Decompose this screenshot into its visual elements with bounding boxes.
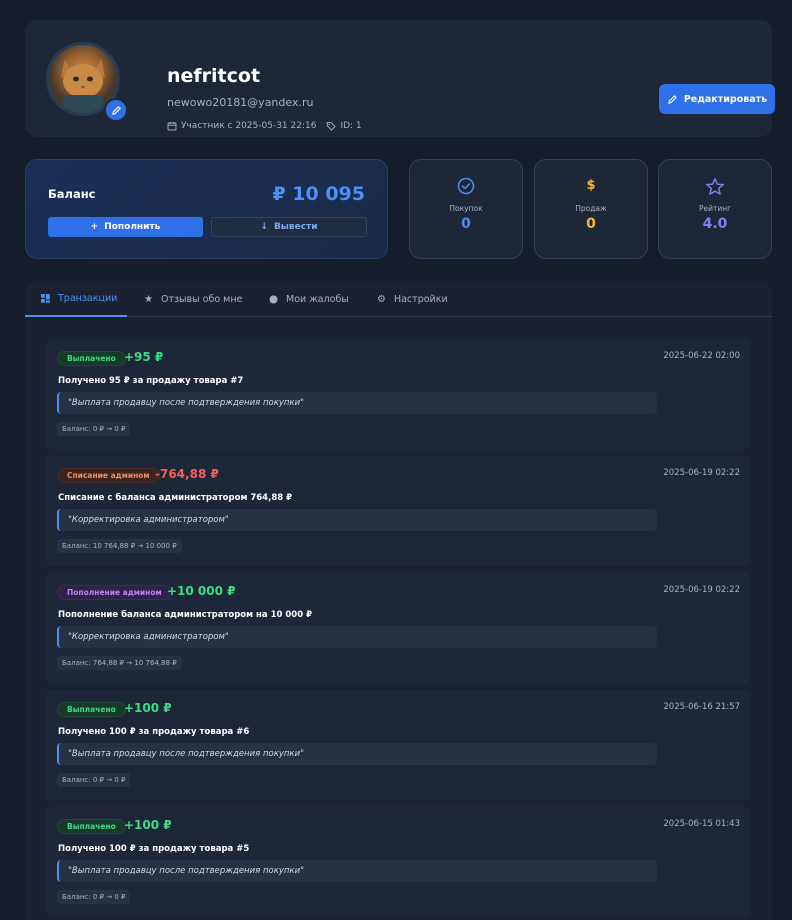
dollar-icon: $: [586, 178, 596, 193]
avatar-edit-button[interactable]: [104, 98, 128, 122]
balance-amount: ₽ 10 095: [272, 183, 365, 205]
transaction-title: Пополнение баланса администратором на 10…: [58, 610, 313, 620]
transaction-title: Получено 100 ₽ за продажу товара #5: [58, 844, 250, 854]
tab-label: Мои жалобы: [286, 293, 349, 305]
stat-card-purchases: Покупок 0: [409, 159, 523, 259]
gear-icon: ⚙: [377, 293, 386, 305]
transaction-comment: "Корректировка администратором": [57, 626, 657, 648]
check-circle-icon: [410, 177, 522, 195]
transaction-item[interactable]: Выплачено +100 ₽ 2025-06-15 01:43 Получе…: [46, 807, 751, 917]
pencil-icon: [667, 94, 678, 105]
circle-icon: [269, 295, 278, 304]
balance-card: Баланс ₽ 10 095 + Пополнить ↓ Вывести: [25, 159, 388, 259]
topup-label: Пополнить: [104, 222, 161, 232]
plus-icon: +: [90, 222, 99, 232]
star-icon: [659, 177, 771, 197]
transaction-date: 2025-06-22 02:00: [663, 351, 740, 361]
topup-button[interactable]: + Пополнить: [48, 217, 203, 237]
stat-card-rating: Рейтинг 4.0: [658, 159, 772, 259]
transaction-comment: "Выплата продавцу после подтверждения по…: [57, 743, 657, 765]
transaction-amount: -764,88 ₽: [155, 467, 219, 481]
balance-change: Баланс: 0 ₽ → 0 ₽: [57, 422, 131, 436]
arrow-down-icon: ↓: [260, 222, 268, 232]
transaction-item[interactable]: Пополнение админом +10 000 ₽ 2025-06-19 …: [46, 573, 751, 683]
tab-label: Транзакции: [58, 292, 118, 304]
transaction-date: 2025-06-16 21:57: [663, 702, 740, 712]
stat-label: Покупок: [449, 204, 483, 213]
transaction-amount: +95 ₽: [124, 350, 164, 364]
pencil-icon: [111, 105, 122, 116]
tab-complaints[interactable]: Мои жалобы: [253, 281, 365, 317]
stat-value: 4.0: [702, 216, 728, 232]
stat-card-sales: $ Продаж 0: [534, 159, 648, 259]
status-badge: Пополнение админом: [57, 585, 172, 600]
tabs-panel: Транзакции ★ Отзывы обо мне Мои жалобы ⚙…: [25, 281, 772, 920]
stat-label: Рейтинг: [698, 204, 732, 213]
grid-icon: [41, 293, 50, 303]
transaction-date: 2025-06-15 01:43: [663, 819, 740, 829]
transaction-item[interactable]: Списание админом -764,88 ₽ 2025-06-19 02…: [46, 456, 751, 566]
tab-reviews[interactable]: ★ Отзывы обо мне: [128, 281, 258, 317]
transaction-title: Списание с баланса администратором 764,8…: [58, 493, 293, 503]
transaction-item[interactable]: Выплачено +95 ₽ 2025-06-22 02:00 Получен…: [46, 339, 751, 449]
balance-change: Баланс: 0 ₽ → 0 ₽: [57, 890, 131, 904]
transaction-item[interactable]: Выплачено +100 ₽ 2025-06-16 21:57 Получе…: [46, 690, 751, 800]
status-badge: Выплачено: [57, 819, 126, 834]
edit-profile-button[interactable]: Редактировать: [659, 84, 775, 114]
user-id: ID: 1: [340, 121, 362, 131]
tab-label: Настройки: [393, 293, 448, 305]
transaction-comment: "Корректировка администратором": [57, 509, 657, 531]
balance-change: Баланс: 764,88 ₽ → 10 764,88 ₽: [57, 656, 182, 670]
balance-label: Баланс: [48, 187, 96, 201]
transaction-amount: +100 ₽: [124, 701, 172, 715]
stat-label: Продаж: [575, 204, 607, 213]
tag-icon: [326, 121, 336, 131]
transaction-comment: "Выплата продавцу после подтверждения по…: [57, 392, 657, 414]
star-icon: ★: [144, 293, 153, 305]
edit-profile-label: Редактировать: [683, 93, 768, 105]
status-badge: Выплачено: [57, 351, 126, 366]
tab-label: Отзывы обо мне: [160, 293, 243, 305]
avatar-wrap: [46, 42, 128, 122]
withdraw-label: Вывести: [273, 222, 318, 232]
transaction-title: Получено 95 ₽ за продажу товара #7: [58, 376, 244, 386]
transaction-amount: +100 ₽: [124, 818, 172, 832]
profile-card: nefritcot newowo20181@yandex.ru Участник…: [25, 20, 775, 137]
tab-bar: Транзакции ★ Отзывы обо мне Мои жалобы ⚙…: [25, 281, 772, 317]
transaction-comment: "Выплата продавцу после подтверждения по…: [57, 860, 657, 882]
transaction-date: 2025-06-19 02:22: [663, 585, 740, 595]
withdraw-button[interactable]: ↓ Вывести: [211, 217, 367, 237]
transaction-amount: +10 000 ₽: [167, 584, 236, 598]
profile-meta: Участник с 2025-05-31 22:16 ID: 1: [167, 121, 362, 131]
status-badge: Выплачено: [57, 702, 126, 717]
calendar-icon: [167, 121, 177, 131]
transaction-date: 2025-06-19 02:22: [663, 468, 740, 478]
transaction-title: Получено 100 ₽ за продажу товара #6: [58, 727, 250, 737]
tab-settings[interactable]: ⚙ Настройки: [361, 281, 464, 317]
tab-transactions[interactable]: Транзакции: [25, 281, 127, 317]
balance-change: Баланс: 10 764,88 ₽ → 10 000 ₽: [57, 539, 182, 553]
email: newowo20181@yandex.ru: [167, 96, 314, 109]
member-since: Участник с 2025-05-31 22:16: [181, 121, 317, 131]
status-badge: Списание админом: [57, 468, 160, 483]
username: nefritcot: [167, 65, 261, 87]
balance-change: Баланс: 0 ₽ → 0 ₽: [57, 773, 131, 787]
stat-value: 0: [461, 216, 471, 232]
stat-value: 0: [586, 216, 596, 232]
